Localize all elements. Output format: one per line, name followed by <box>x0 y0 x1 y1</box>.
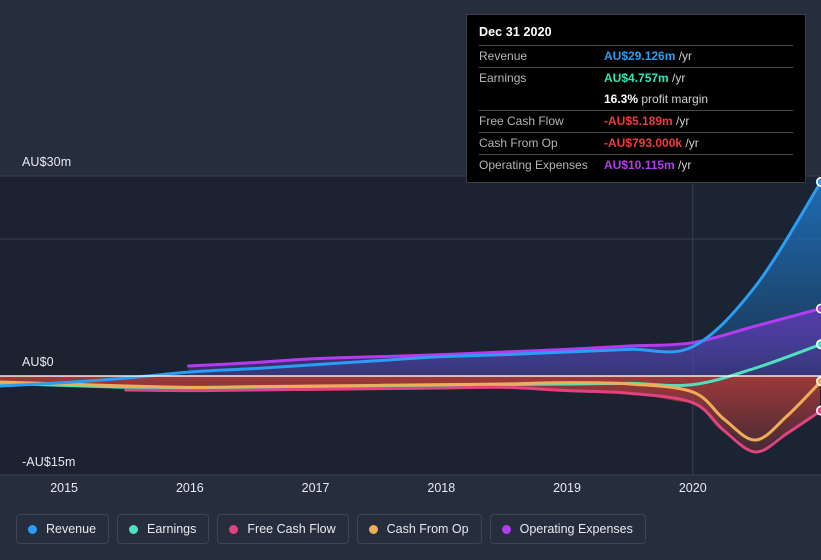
tooltip-value-number: 16.3% <box>604 92 639 106</box>
x-axis-tick-2020: 2020 <box>678 481 707 495</box>
legend-item-free-cash-flow[interactable]: Free Cash Flow <box>217 514 349 544</box>
tooltip-row: Revenue AU$29.126m /yr <box>479 45 793 68</box>
y-axis-label-top: AU$30m <box>22 155 72 169</box>
legend-color-swatch-icon <box>368 524 378 534</box>
tooltip-row-label: Cash From Op <box>479 136 558 150</box>
x-axis-tick-2015: 2015 <box>50 481 79 495</box>
tooltip-table: Revenue AU$29.126m /yr Earnings AU$4.757m /… <box>479 45 793 176</box>
legend-item-label: Free Cash Flow <box>247 522 336 536</box>
tooltip-value-unit: /yr <box>674 158 692 172</box>
data-tooltip: Dec 31 2020 Revenue AU$29.126m /yr Earning… <box>466 14 806 183</box>
legend-color-swatch-icon <box>501 524 511 534</box>
legend-item-operating-expenses[interactable]: Operating Expenses <box>489 514 646 544</box>
tooltip-row: Cash From Op -AU$793.000k /yr <box>479 132 793 155</box>
tooltip-row-value: AU$29.126m /yr <box>604 46 793 68</box>
x-axis-tick-2017: 2017 <box>301 481 330 495</box>
tooltip-title: Dec 31 2020 <box>479 25 552 39</box>
series-endpoint-operating-expenses <box>816 303 821 314</box>
tooltip-row: Earnings AU$4.757m /yr <box>479 67 793 90</box>
y-axis-label-zero: AU$0 <box>22 355 54 369</box>
tooltip-value-number: AU$29.126m <box>604 49 676 63</box>
legend-item-label: Cash From Op <box>386 522 469 536</box>
tooltip-value-unit: profit margin <box>638 92 709 106</box>
tooltip-value-number: AU$4.757m <box>604 71 669 85</box>
legend-item-label: Operating Expenses <box>519 522 633 536</box>
legend-item-earnings[interactable]: Earnings <box>117 514 210 544</box>
series-endpoint-earnings <box>816 339 821 350</box>
tooltip-row: 16.3% profit margin <box>479 89 793 111</box>
tooltip-row-value: -AU$793.000k /yr <box>604 133 793 155</box>
y-axis-label-bottom: -AU$15m <box>22 455 76 469</box>
tooltip-row-label: Revenue <box>479 49 528 63</box>
x-axis-tick-2018: 2018 <box>427 481 456 495</box>
series-endpoint-revenue <box>816 176 821 187</box>
tooltip-row-value: -AU$5.189m /yr <box>604 111 793 133</box>
tooltip-row-label: Free Cash Flow <box>479 114 564 128</box>
tooltip-value-number: AU$10.115m <box>604 158 675 172</box>
legend-item-cash-from-op[interactable]: Cash From Op <box>356 514 482 544</box>
tooltip-value-unit: /yr <box>682 136 699 150</box>
chart-legend: Revenue Earnings Free Cash Flow Cash From O… <box>16 514 646 544</box>
tooltip-value-unit: /yr <box>672 114 690 128</box>
tooltip-value-unit: /yr <box>675 49 693 63</box>
legend-color-swatch-icon <box>28 524 37 534</box>
financials-chart-widget: AU$30m AU$0 -AU$15m 2015 2016 2017 2018 2019… <box>0 0 821 560</box>
legend-color-swatch-icon <box>229 524 239 534</box>
tooltip-row-label <box>479 89 604 111</box>
tooltip-value-number: -AU$5.189m <box>604 114 673 128</box>
series-endpoint-cash-from-op <box>816 376 821 387</box>
x-axis-tick-2019: 2019 <box>553 481 581 495</box>
series-endpoint-free-cash-flow <box>816 405 821 416</box>
tooltip-row-value: 16.3% profit margin <box>604 89 793 111</box>
tooltip-value-unit: /yr <box>668 71 686 85</box>
tooltip-row-value: AU$10.115m /yr <box>604 155 793 177</box>
legend-item-label: Revenue <box>46 522 97 536</box>
tooltip-row-label: Operating Expenses <box>479 158 588 172</box>
legend-item-revenue[interactable]: Revenue <box>16 514 110 544</box>
legend-color-swatch-icon <box>129 524 139 534</box>
tooltip-value-number: -AU$793.000k <box>604 136 683 150</box>
x-axis-tick-2016: 2016 <box>175 481 204 495</box>
tooltip-row: Operating Expenses AU$10.115m /yr <box>479 154 793 177</box>
tooltip-row-label: Earnings <box>479 71 527 85</box>
legend-item-label: Earnings <box>147 522 197 536</box>
tooltip-row: Free Cash Flow -AU$5.189m /yr <box>479 110 793 133</box>
tooltip-row-value: AU$4.757m /yr <box>604 68 793 90</box>
